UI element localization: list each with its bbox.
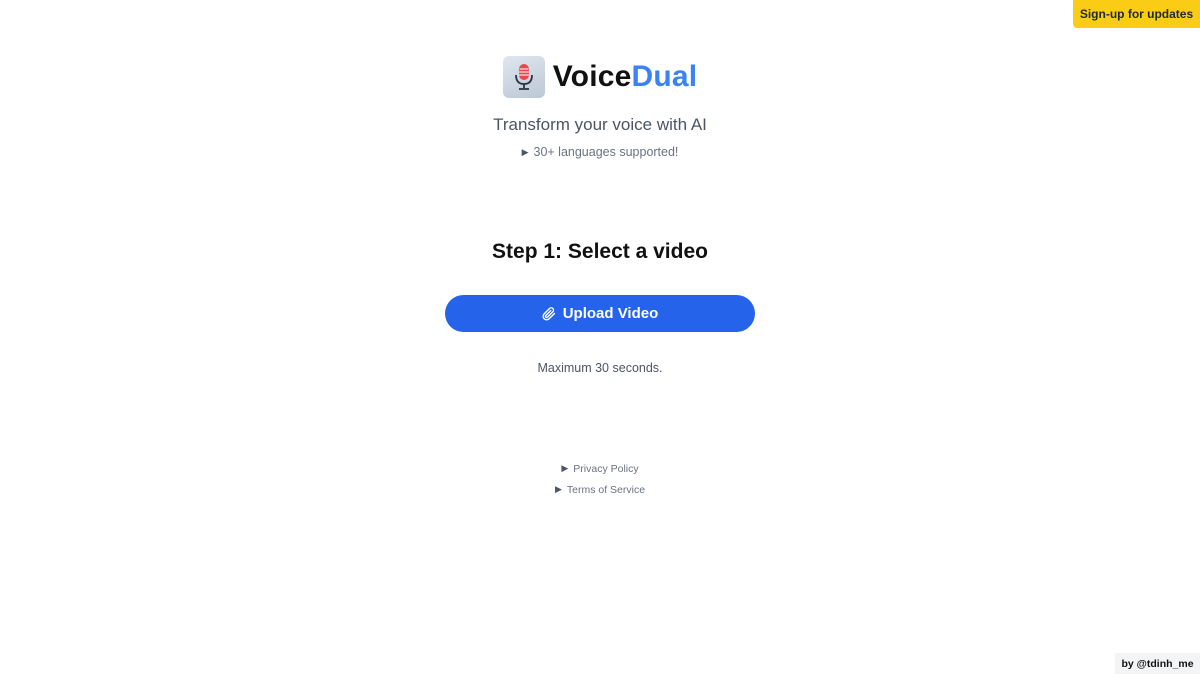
brand-name-voice: Voice [552,60,632,93]
disclosure-triangle-icon: ▶ [561,463,569,473]
privacy-policy-label: Privacy Policy [573,463,639,475]
brand-logo: VoiceDual [0,56,1200,98]
upload-video-label: Upload Video [562,305,659,322]
privacy-policy-disclosure[interactable]: ▶ Privacy Policy [0,463,1200,475]
disclosure-triangle-icon: ▶ [521,147,529,157]
upload-video-button[interactable]: Upload Video [445,295,755,332]
signup-updates-button[interactable]: Sign-up for updates [1073,0,1200,28]
max-duration-note: Maximum 30 seconds. [537,361,663,375]
paperclip-icon [542,306,556,321]
author-credit-link[interactable]: by @tdinh_me [1115,653,1200,674]
terms-of-service-label: Terms of Service [566,484,646,496]
microphone-icon [502,56,545,98]
brand-name-dual: Dual [631,60,698,93]
languages-disclosure[interactable]: ▶ 30+ languages supported! [0,145,1200,159]
disclosure-triangle-icon: ▶ [554,484,562,494]
step-title: Step 1: Select a video [492,240,708,263]
brand-name: VoiceDual [553,56,698,98]
languages-label: 30+ languages supported! [533,145,679,159]
terms-of-service-disclosure[interactable]: ▶ Terms of Service [0,484,1200,496]
page: Sign-up for updates VoiceDual Transform … [0,0,1200,674]
tagline: Transform your voice with AI [493,115,707,134]
